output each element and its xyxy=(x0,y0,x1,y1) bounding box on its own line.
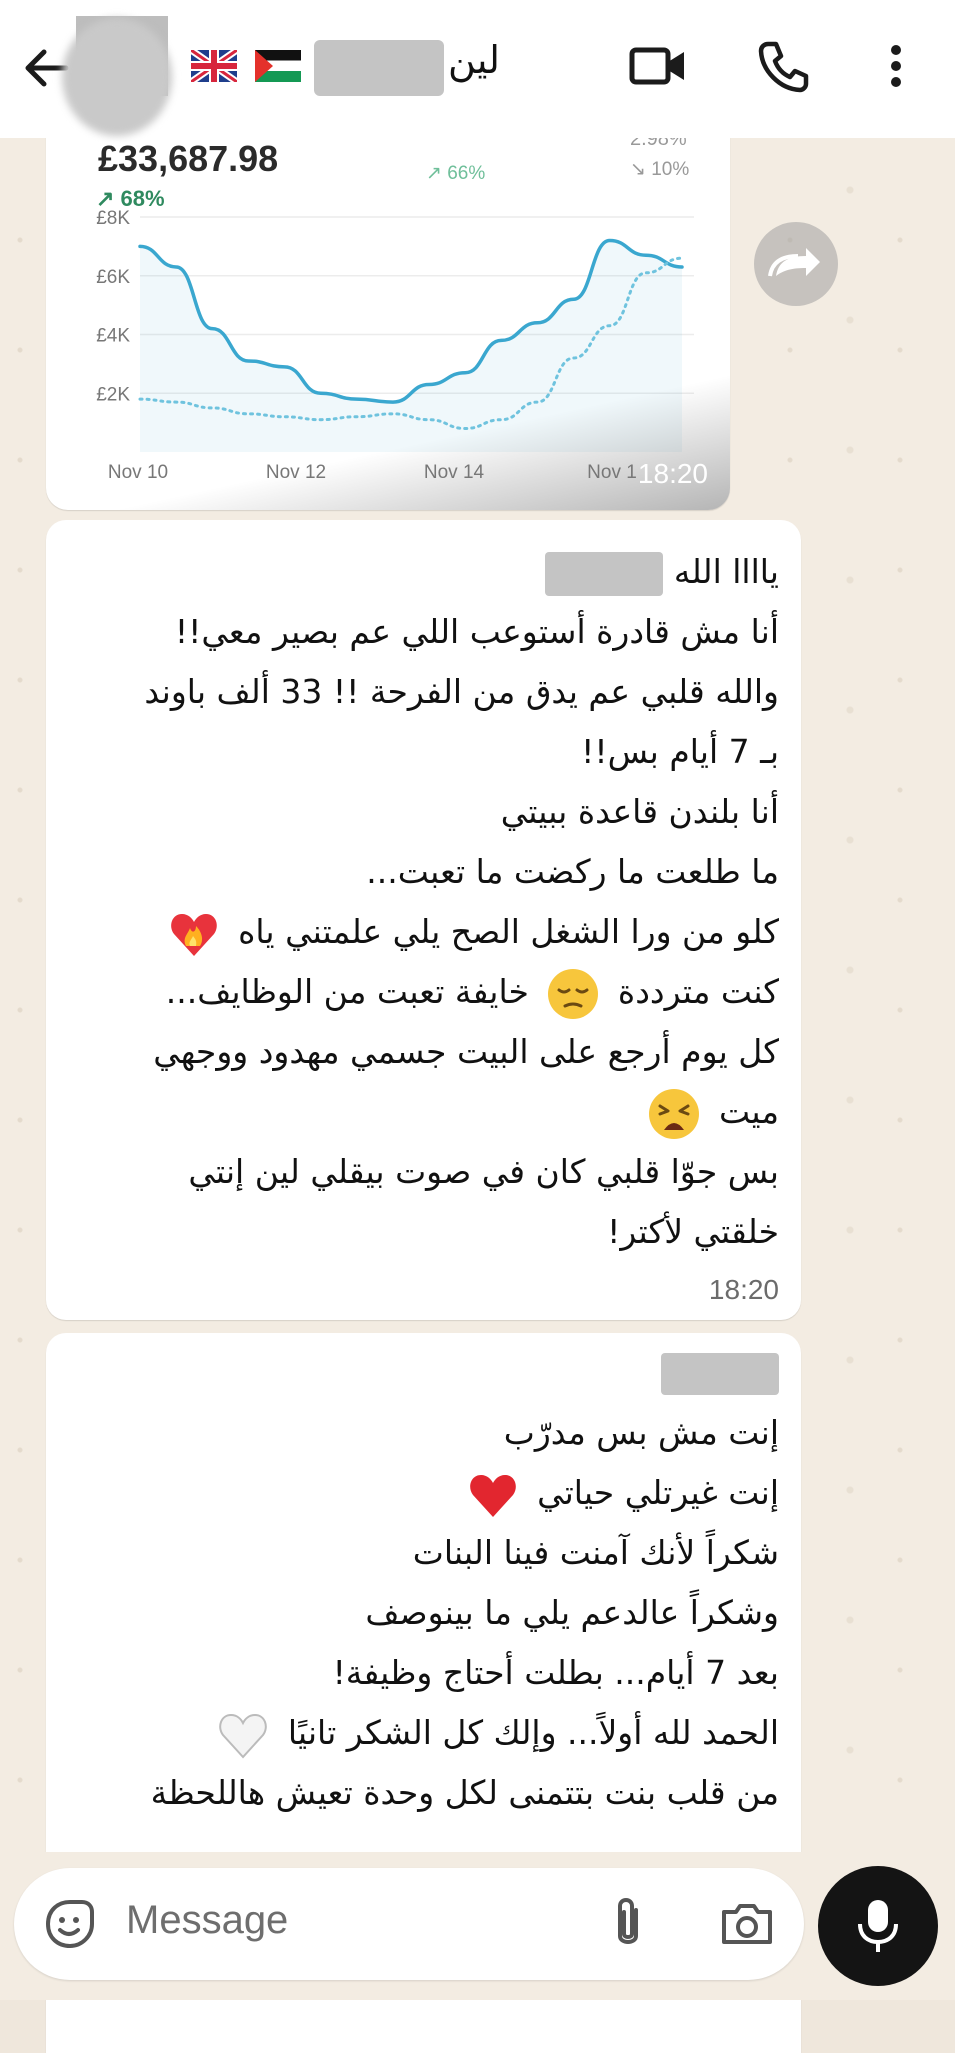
message-text: ياااا الله أنا مش قادرة أستوعب اللي عم ب… xyxy=(144,542,779,1262)
message-line: خلقتي لأكتر! xyxy=(607,1212,779,1251)
y-tick-label: £6K xyxy=(96,267,130,288)
message-time: 18:20 xyxy=(708,1274,779,1305)
message-line: شكراً لأنك آمنت فينا البنات xyxy=(412,1533,779,1572)
microphone-icon xyxy=(858,1900,898,1952)
weary-face-icon xyxy=(649,1088,700,1139)
message-line: من قلب بنت بتتمنى لكل وحدة تعيش هاللحظة xyxy=(150,1773,779,1812)
message-line: كنت مترددة خايفة تعبت من الوظايف... xyxy=(144,962,779,1022)
contact-name[interactable]: لين xyxy=(448,38,500,82)
camera-icon[interactable] xyxy=(718,1896,776,1952)
image-message[interactable]: £33,687.98 ↗ 68% ↗ 66% 2.98% ↘ 10% £8K £6… xyxy=(46,120,730,510)
message-time: 18:20 xyxy=(637,458,708,489)
y-tick-label: £4K xyxy=(96,326,130,347)
red-heart-icon xyxy=(469,1474,516,1517)
message-line: أنا مش قادرة أستوعب اللي عم بصير معي!! xyxy=(174,612,779,651)
image-shade xyxy=(46,360,730,510)
message-line: والله قلبي عم يدق من الفرحة !! 33 ألف با… xyxy=(144,672,779,711)
avatar[interactable] xyxy=(62,18,172,136)
forward-icon xyxy=(768,248,820,277)
white-heart-icon xyxy=(219,1713,268,1758)
message-line: بعد 7 أيام... بطلت أحتاج وظيفة! xyxy=(332,1653,779,1692)
heart-on-fire-icon xyxy=(170,913,217,956)
message-line: بـ 7 أيام بس!! xyxy=(581,732,779,771)
sticker-icon[interactable] xyxy=(42,1896,98,1952)
more-options-icon[interactable] xyxy=(878,38,914,94)
redacted-name xyxy=(661,1353,779,1395)
contact-name-redacted xyxy=(314,40,444,96)
microphone-button[interactable] xyxy=(818,1866,938,1986)
message-line: إنت غيرتلي حياتي xyxy=(151,1463,779,1523)
message-line: الحمد لله أولاً... وإلك كل الشكر تانيًا xyxy=(151,1703,779,1763)
redacted-name xyxy=(545,551,664,596)
message-line: كل يوم أرجع على البيت جسمي مهدود ووجهي xyxy=(153,1032,779,1071)
message-line: إنت مش بس مدرّب xyxy=(503,1413,779,1452)
palestine-flag-icon xyxy=(255,50,301,82)
chat-header: لين xyxy=(0,0,955,138)
attachment-icon[interactable] xyxy=(602,1892,654,1956)
message-input[interactable]: Message xyxy=(14,1868,804,1980)
message-line: ما طلعت ما ركضت ما تعبت... xyxy=(366,852,779,891)
message-line: ياااا الله xyxy=(144,542,779,602)
message-line: أنا بلندن قاعدة ببيتي xyxy=(500,792,779,831)
message-bubble[interactable]: ياااا الله أنا مش قادرة أستوعب اللي عم ب… xyxy=(46,520,801,1320)
message-line: كلو من ورا الشغل الصح يلي علمتني ياه xyxy=(144,902,779,962)
phone-call-icon[interactable] xyxy=(756,38,812,94)
pensive-face-icon xyxy=(548,968,599,1019)
message-line: ميت xyxy=(144,1082,779,1142)
video-call-icon[interactable] xyxy=(628,38,688,94)
message-placeholder[interactable]: Message xyxy=(126,1898,288,1943)
message-line: بس جوّا قلبي كان في صوت بيقلي لين إنتي xyxy=(188,1152,779,1191)
message-line: وشكراً عالدعم يلي ما بينوصف xyxy=(365,1593,779,1632)
forward-button[interactable] xyxy=(754,222,838,306)
uk-flag-icon xyxy=(191,50,237,82)
y-tick-label: £8K xyxy=(96,208,130,229)
message-text: إنت مش بس مدرّب إنت غيرتلي حياتي شكراً ل… xyxy=(151,1403,779,1823)
